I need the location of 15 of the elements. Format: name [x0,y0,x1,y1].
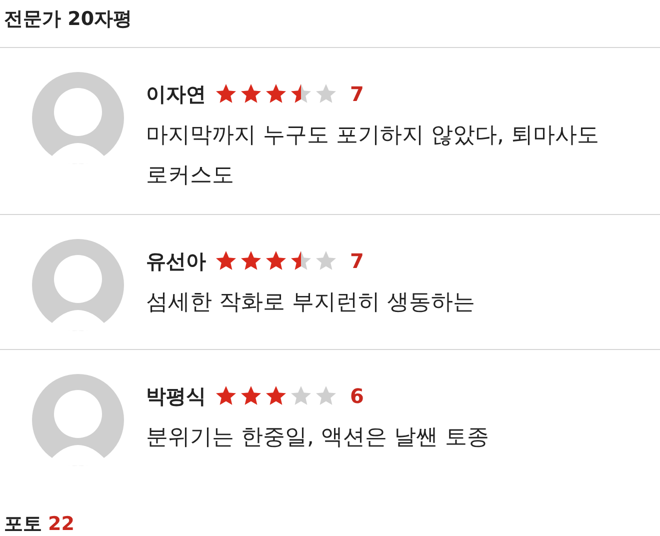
photos-title: 포토 [4,512,42,536]
rating-score: 7 [350,82,364,106]
rating-score: 6 [350,384,364,408]
review-comment: 마지막까지 누구도 포기하지 않았다, 퇴마사도 로커스도 [146,122,600,190]
reviewer-name: 유선아 [146,248,206,274]
avatar-icon [32,72,124,164]
photos-count: 22 [48,512,74,536]
rating-score: 7 [350,249,364,273]
avatar-icon [32,239,124,331]
reviewer-name: 박평식 [146,382,206,410]
reviewer-name: 이자연 [146,80,206,108]
section-title: 전문가 20자평 [4,8,132,30]
review-comment: 분위기는 한중일, 액션은 날쌘 토종 [146,424,490,452]
avatar-icon [32,374,124,466]
review-comment: 섬세한 작화로 부지런히 생동하는 [146,289,476,317]
